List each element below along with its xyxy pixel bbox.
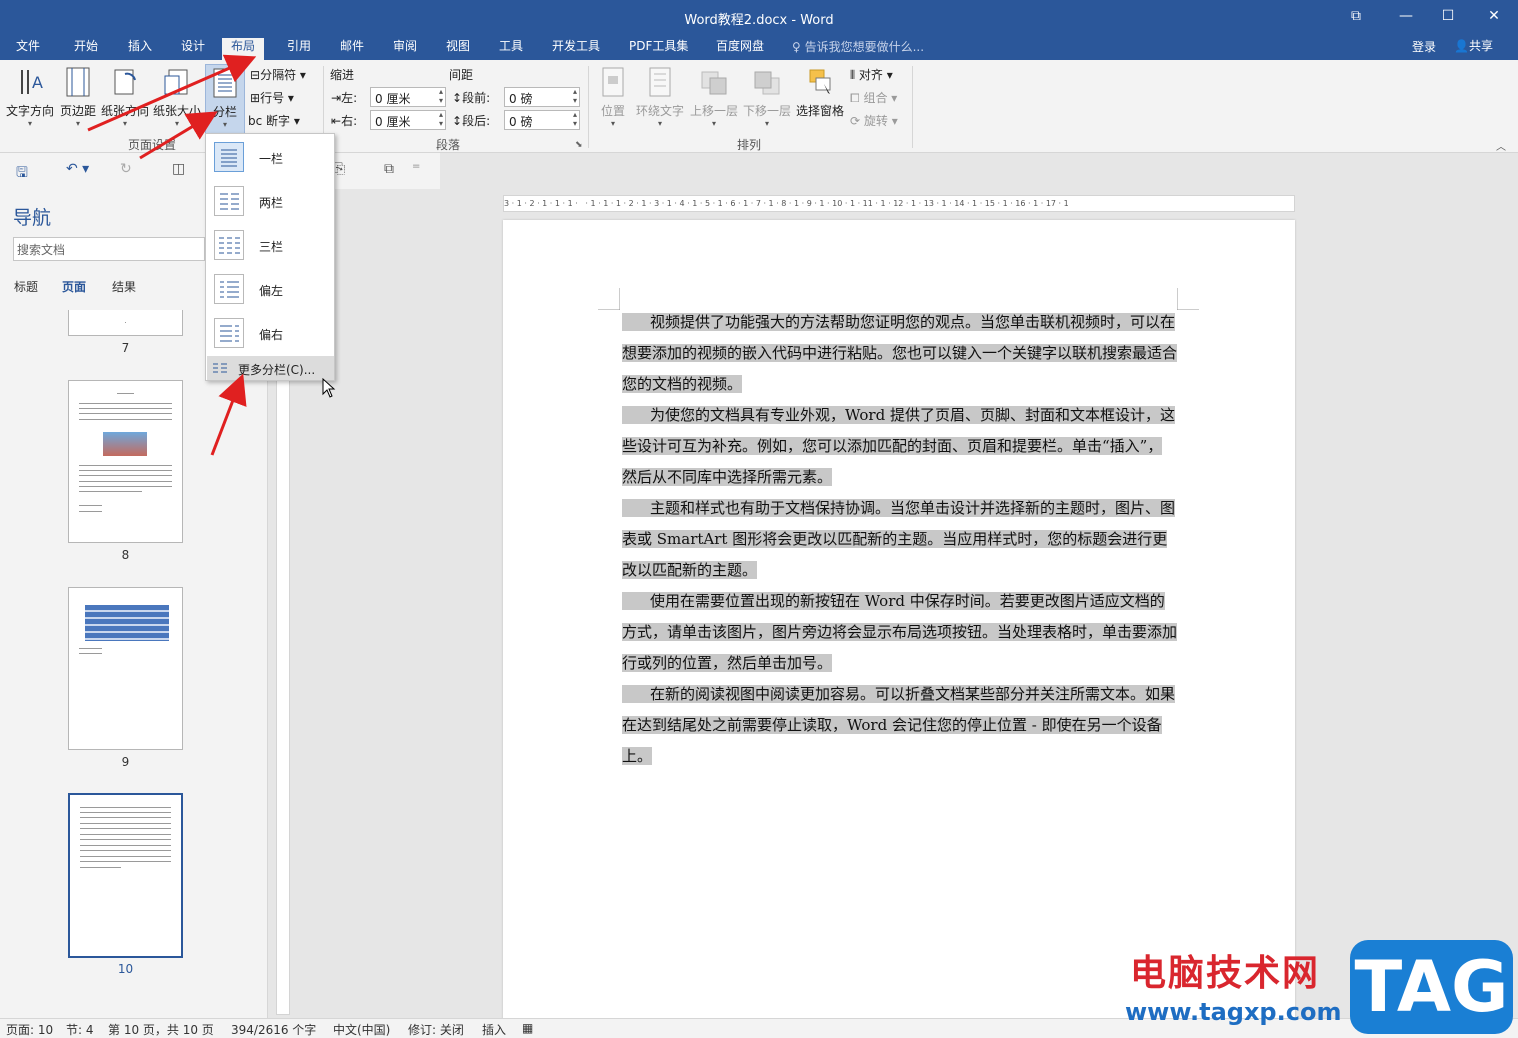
watermark-logo: TAG [1350,940,1513,1034]
status-page[interactable]: 页面: 10 [6,1021,53,1038]
site-watermark: 电脑技术网 www.tagxp.com TAG [1125,940,1518,1038]
watermark-text: 电脑技术网 [1130,953,1321,994]
status-insert-mode[interactable]: 插入 [482,1021,506,1038]
arrow-to-more-columns [210,373,247,456]
status-page-count[interactable]: 第 10 页，共 10 页 [108,1021,214,1038]
arrow-to-columns-button [139,111,218,160]
status-language[interactable]: 中文(中国) [333,1021,390,1038]
status-track-changes[interactable]: 修订: 关闭 [408,1021,464,1038]
status-word-count[interactable]: 394/2616 个字 [231,1021,316,1038]
arrow-to-layout-tab [87,54,257,132]
status-section[interactable]: 节: 4 [66,1021,94,1038]
annotation-arrows [87,54,257,456]
word-window: Word教程2.docx - Word ⧉ — ☐ ✕ 文件 开始 插入 设计 … [0,0,1518,1038]
watermark-url: www.tagxp.com [1125,998,1342,1026]
macro-icon[interactable]: ▦ [522,1021,533,1035]
